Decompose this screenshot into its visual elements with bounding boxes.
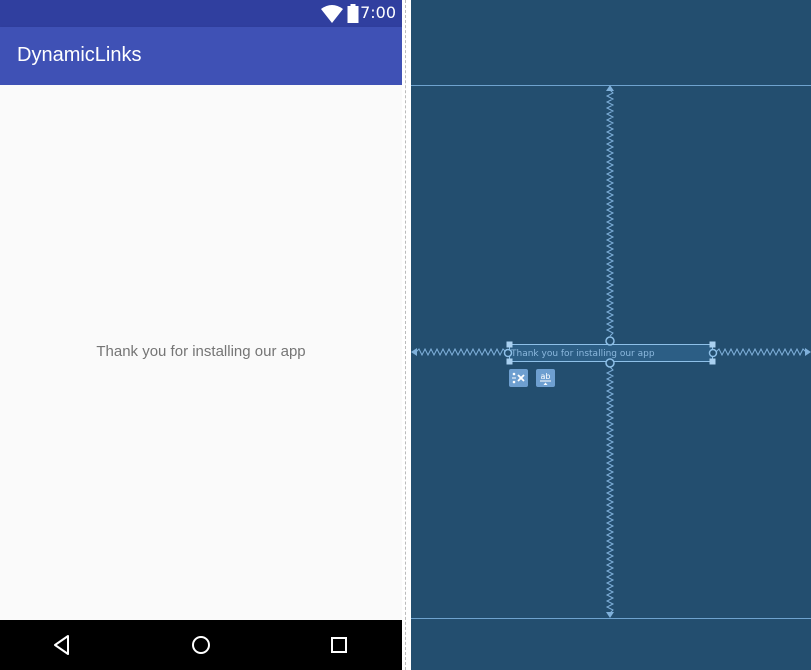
- app-title: DynamicLinks: [17, 44, 142, 66]
- top-constraint[interactable]: [605, 89, 615, 337]
- back-icon[interactable]: [50, 633, 74, 657]
- status-time: 7:00: [360, 3, 396, 22]
- bottom-anchor[interactable]: [605, 358, 615, 368]
- separator-line: [405, 0, 406, 670]
- baseline-label: ab: [541, 372, 551, 381]
- thank-you-text[interactable]: Thank you for installing our app: [0, 342, 402, 362]
- top-anchor[interactable]: [605, 336, 615, 346]
- left-constraint-arrow: [411, 348, 417, 356]
- baseline-icon: ab: [540, 372, 551, 385]
- content-area: Thank you for installing our app: [0, 85, 402, 620]
- recents-icon[interactable]: [327, 633, 351, 657]
- panel-separator: [402, 0, 411, 670]
- app-bar: DynamicLinks: [0, 27, 402, 85]
- navigation-bar: [0, 620, 402, 670]
- left-constraint[interactable]: [415, 347, 507, 357]
- home-icon[interactable]: [189, 633, 213, 657]
- blueprint-canvas: [411, 85, 811, 619]
- bottom-constraint[interactable]: [605, 366, 615, 614]
- blueprint-textview-label: Thank you for installing our app: [511, 349, 655, 359]
- clear-constraints-button[interactable]: [509, 369, 528, 387]
- wifi-icon: [321, 5, 343, 23]
- clear-constraints-icon: [512, 372, 525, 384]
- resize-handle-top-left[interactable]: [506, 341, 513, 348]
- status-bar: 7:00: [0, 0, 402, 27]
- battery-icon: [347, 4, 359, 23]
- right-constraint[interactable]: [715, 347, 807, 357]
- design-preview: 7:00 DynamicLinks Thank you for installi…: [0, 0, 402, 670]
- resize-handle-top-right[interactable]: [709, 341, 716, 348]
- bottom-constraint-arrow: [606, 612, 614, 618]
- blueprint-view[interactable]: Thank you for installing our app ab: [411, 0, 811, 670]
- right-constraint-arrow: [805, 348, 811, 356]
- baseline-button[interactable]: ab: [536, 369, 555, 387]
